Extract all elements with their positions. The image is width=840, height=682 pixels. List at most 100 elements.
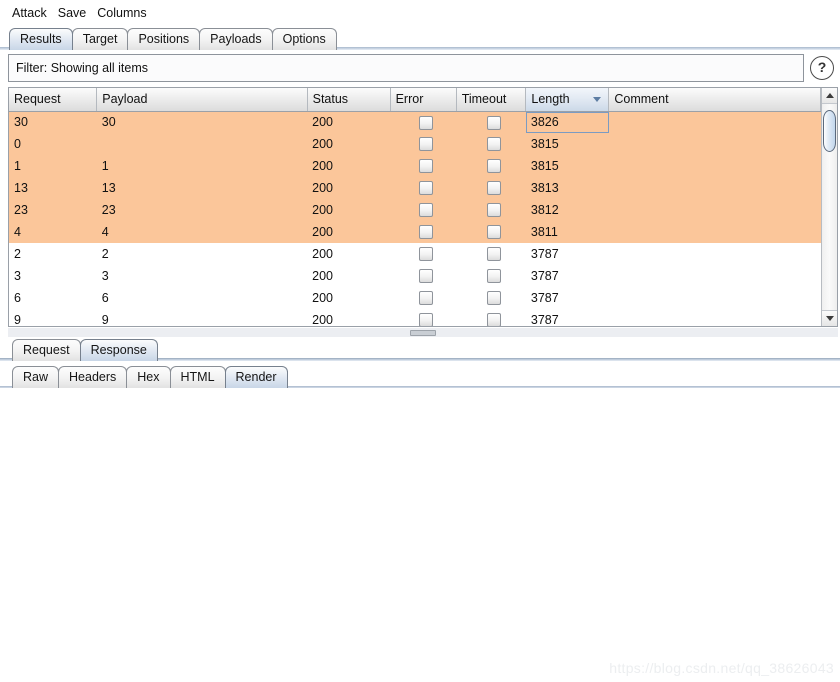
sub-tab-raw[interactable]: Raw [12,366,60,388]
timeout-checkbox[interactable] [486,313,501,326]
cell-payload: 4 [101,225,109,239]
cell-status: 200 [312,225,333,239]
sub-tab-html[interactable]: HTML [169,366,226,388]
error-checkbox[interactable] [418,269,433,284]
cell-comment [609,309,821,326]
scrollbar-track[interactable] [822,104,837,310]
table-row[interactable]: 1 1 200 3815 [9,155,821,177]
column-header-request[interactable]: Request [9,88,98,112]
timeout-checkbox[interactable] [486,137,501,152]
cell-payload: 3 [101,269,109,283]
error-checkbox[interactable] [418,313,433,326]
table-row[interactable]: 0 200 3815 [9,133,821,155]
timeout-checkbox[interactable] [486,269,501,284]
column-header-error[interactable]: Error [390,88,457,112]
cell-request: 9 [14,313,21,326]
column-header-status[interactable]: Status [307,88,391,112]
column-header-payload[interactable]: Payload [96,88,308,112]
cell-payload: 23 [101,203,116,217]
error-checkbox[interactable] [418,203,433,218]
timeout-checkbox[interactable] [486,115,501,130]
timeout-checkbox[interactable] [486,291,501,306]
scroll-up-arrow-icon[interactable] [822,88,837,104]
results-table-viewport: Request Payload Status Error Timeout Length Co… [9,88,821,326]
cell-payload [97,133,307,155]
cell-status: 200 [312,159,333,173]
error-checkbox[interactable] [418,225,433,240]
cell-comment [609,243,821,265]
cell-timeout [456,221,526,243]
tab-target[interactable]: Target [71,28,129,50]
menu-item-columns[interactable]: Columns [93,4,151,22]
results-table: Request Payload Status Error Timeout Length Co… [9,88,821,326]
cell-request: 3 [14,269,21,283]
scroll-down-arrow-icon[interactable] [822,310,837,326]
tab-results[interactable]: Results [9,28,73,50]
cell-length: 3815 [526,133,609,155]
timeout-checkbox[interactable] [486,247,501,262]
cell-length: 3815 [526,155,609,177]
cell-length: 3787 [526,287,609,309]
tab-payloads[interactable]: Payloads [199,28,273,50]
table-row[interactable]: 6 6 200 3787 [9,287,821,309]
column-header-label: Timeout [461,92,507,107]
error-checkbox[interactable] [418,247,433,262]
tab-positions[interactable]: Positions [127,28,201,50]
cell-payload: 2 [101,247,109,261]
error-checkbox[interactable] [418,291,433,306]
table-row[interactable]: 30 30 200 3826 [9,111,821,133]
error-checkbox[interactable] [418,159,433,174]
table-row[interactable]: 4 4 200 3811 [9,221,821,243]
column-header-label: Request [14,92,61,107]
tab-options[interactable]: Options [271,28,337,50]
cell-error [390,155,456,177]
cell-status: 200 [312,247,333,261]
column-header-timeout[interactable]: Timeout [456,88,527,112]
table-row[interactable]: 23 23 200 3812 [9,199,821,221]
horizontal-splitter[interactable] [8,328,838,337]
error-checkbox[interactable] [418,137,433,152]
cell-comment [609,265,821,287]
sub-tab-hex[interactable]: Hex [126,366,171,388]
error-checkbox[interactable] [418,181,433,196]
timeout-checkbox[interactable] [486,225,501,240]
cell-length-value: 3787 [530,313,559,326]
column-header-label: Comment [614,92,669,107]
error-checkbox[interactable] [418,115,433,130]
cell-error [390,133,456,155]
message-tab-strip: Request Response [0,337,840,361]
column-header-comment[interactable]: Comment [608,88,821,112]
cell-request: 30 [14,115,28,130]
cell-request: 4 [14,225,21,239]
timeout-checkbox[interactable] [486,203,501,218]
cell-length: 3787 [526,309,609,326]
cell-length: 3787 [526,265,609,287]
table-row[interactable]: 2 2 200 3787 [9,243,821,265]
cell-status: 200 [312,181,333,195]
menu-item-save[interactable]: Save [54,4,92,22]
cell-comment [609,177,821,199]
filter-input[interactable]: Filter: Showing all items [8,54,804,82]
message-tab-request[interactable]: Request [12,339,81,361]
table-row[interactable]: 3 3 200 3787 [9,265,821,287]
cell-comment [609,199,821,221]
timeout-checkbox[interactable] [486,181,501,196]
main-tab-strip: Results Target Positions Payloads Options [0,25,840,50]
cell-error [390,221,456,243]
sub-tab-render[interactable]: Render [224,366,288,388]
table-row[interactable]: 9 9 200 3787 [9,309,821,326]
cell-timeout [456,309,526,326]
timeout-checkbox[interactable] [486,159,501,174]
table-row[interactable]: 13 13 200 3813 [9,177,821,199]
table-header-row: Request Payload Status Error Timeout Length Co… [9,88,821,112]
column-header-length[interactable]: Length [525,88,610,112]
cell-length: 3812 [526,199,609,221]
message-tab-response[interactable]: Response [79,339,158,361]
results-vertical-scrollbar[interactable] [821,88,837,326]
arrow-up-glyph [825,93,834,98]
scrollbar-thumb[interactable] [823,110,836,152]
menu-item-attack[interactable]: Attack [8,4,52,22]
sub-tab-headers[interactable]: Headers [58,366,128,388]
help-icon[interactable]: ? [810,56,834,80]
cell-payload: 9 [101,313,109,326]
